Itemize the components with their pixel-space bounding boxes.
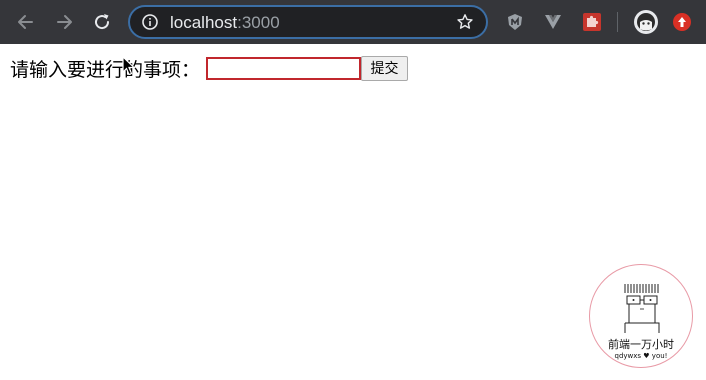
watermark-title: 前端一万小时 — [608, 338, 674, 351]
vue-devtools-icon — [545, 15, 561, 29]
reload-icon — [95, 14, 110, 30]
back-button[interactable] — [12, 8, 40, 36]
url-port: :3000 — [237, 13, 280, 32]
todo-form: 请输入要进行的事项： 提交 — [10, 55, 409, 81]
forward-icon — [57, 15, 72, 29]
watermark-subtitle: qdywxs ♥ you! — [614, 352, 668, 360]
todo-prompt-label: 请输入要进行的事项： — [10, 58, 201, 81]
watermark-badge: 前端一万小时 qdywxs ♥ you! — [589, 264, 693, 368]
url-text: localhost:3000 — [170, 13, 280, 33]
update-button[interactable] — [670, 10, 694, 34]
submit-button[interactable]: 提交 — [361, 55, 409, 81]
profile-button[interactable] — [632, 8, 660, 36]
mouse-cursor-icon — [122, 56, 136, 76]
todo-input[interactable] — [206, 56, 362, 80]
reload-button[interactable] — [88, 8, 116, 36]
shield-extension-button[interactable] — [503, 10, 527, 34]
puzzle-extension-icon — [583, 13, 601, 31]
shield-extension-icon — [508, 14, 522, 30]
update-icon — [673, 13, 691, 31]
url-host: localhost — [170, 13, 238, 32]
browser-toolbar: localhost:3000 — [0, 0, 706, 44]
site-info-button[interactable] — [142, 14, 158, 34]
star-icon — [457, 14, 473, 29]
vue-devtools-button[interactable] — [541, 10, 565, 34]
bookmark-button[interactable] — [456, 13, 474, 35]
info-icon — [142, 14, 158, 30]
profile-avatar — [634, 10, 658, 34]
toolbar-separator — [617, 12, 618, 32]
puzzle-extension-button[interactable] — [580, 10, 604, 34]
address-bar[interactable]: localhost:3000 — [128, 5, 488, 39]
forward-button[interactable] — [50, 8, 78, 36]
back-icon — [18, 15, 33, 29]
coder-mascot-icon — [624, 284, 660, 333]
